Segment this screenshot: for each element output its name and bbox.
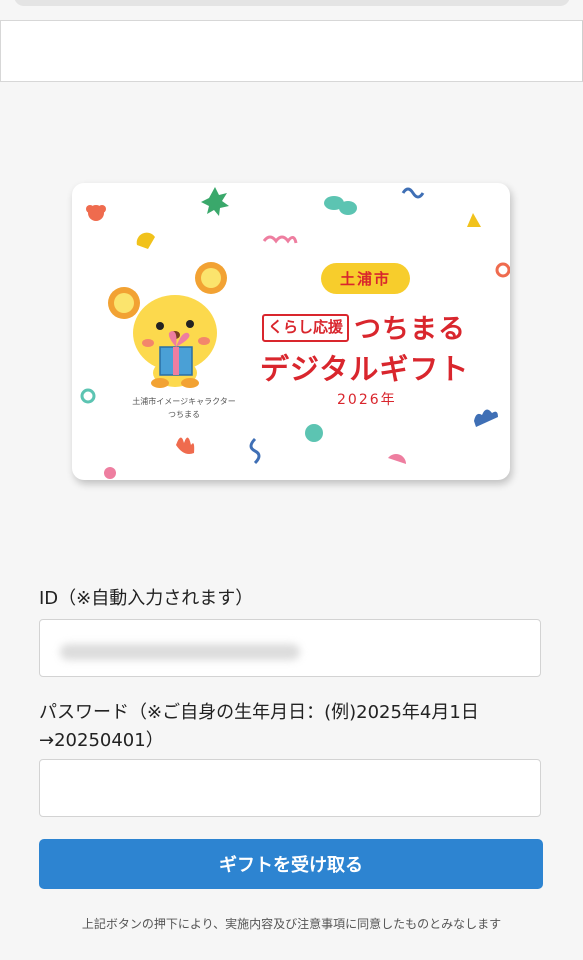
mascot-caption-line2: つちまる bbox=[168, 410, 200, 419]
gift-card-image: 土浦市 くらし応援 つちまる デジタルギフト 2026年 土浦市イメージキャラク… bbox=[72, 183, 510, 480]
password-label-line1: パスワード（※ご自身の生年月日：(例)2025年4月1日 bbox=[39, 702, 479, 723]
mascot-caption: 土浦市イメージキャラクター つちまる bbox=[114, 395, 254, 421]
consent-notice: 上記ボタンの押下により、実施内容及び注意事項に同意したものとみなします bbox=[81, 917, 502, 931]
id-field[interactable] bbox=[39, 619, 541, 677]
card-year: 2026年 bbox=[337, 392, 397, 408]
password-label: パスワード（※ご自身の生年月日：(例)2025年4月1日 →20250401） bbox=[39, 699, 479, 755]
browser-top-bar bbox=[14, 0, 570, 6]
header-bar bbox=[0, 20, 583, 82]
card-main-title: デジタルギフト bbox=[260, 352, 470, 386]
card-subtitle: くらし応援 bbox=[262, 314, 350, 342]
mascot-illustration bbox=[108, 262, 227, 388]
receive-gift-button[interactable]: ギフトを受け取る bbox=[39, 839, 543, 889]
mascot-caption-line1: 土浦市イメージキャラクター bbox=[132, 397, 236, 406]
password-field[interactable] bbox=[39, 759, 541, 817]
id-value-redacted bbox=[60, 644, 300, 660]
id-label: ID（※自動入力されます） bbox=[39, 588, 254, 609]
city-badge: 土浦市 bbox=[321, 263, 410, 294]
card-name-title: つちまる bbox=[354, 314, 466, 345]
password-label-line2: →20250401） bbox=[39, 730, 164, 751]
